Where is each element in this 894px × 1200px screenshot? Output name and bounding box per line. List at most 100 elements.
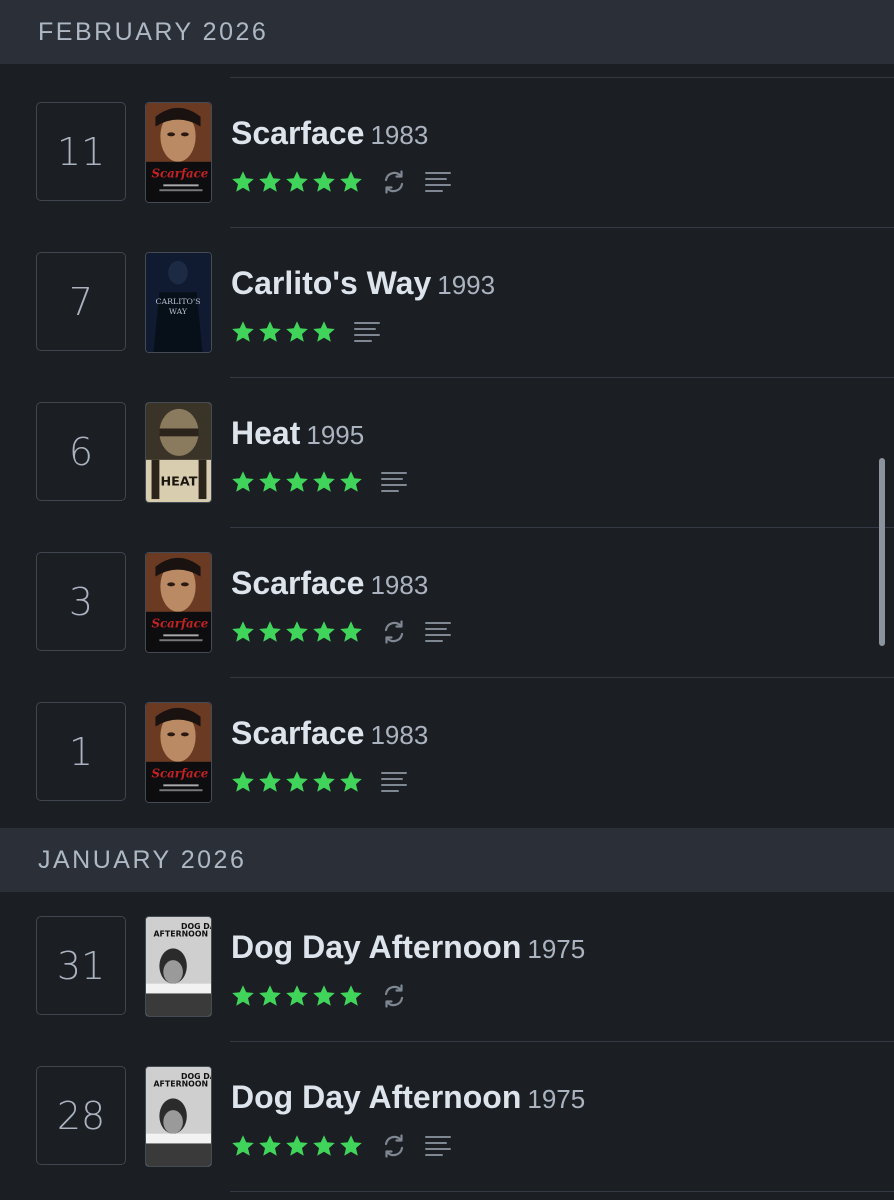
star-icon: [313, 1135, 335, 1156]
film-poster[interactable]: DOG DAYAFTERNOON: [145, 1066, 212, 1167]
star-icon: [286, 771, 308, 792]
film-year: 1975: [527, 934, 586, 964]
film-title-line[interactable]: Scarface 1983: [231, 715, 428, 752]
star-icon: [232, 471, 254, 492]
svg-text:Scarface: Scarface: [152, 166, 209, 180]
film-title[interactable]: Scarface: [231, 565, 364, 601]
star-icon: [340, 771, 362, 792]
film-year: 1993: [437, 270, 496, 300]
star-rating: [231, 770, 363, 794]
film-poster[interactable]: CARLITO'S WAY: [145, 252, 212, 353]
star-icon: [259, 621, 281, 642]
day-box: 1: [36, 702, 126, 801]
poster-art-carlitos-way: CARLITO'SWAY: [146, 253, 211, 352]
film-year: 1995: [306, 420, 365, 450]
star-icon: [259, 1135, 281, 1156]
scrollbar[interactable]: [879, 458, 885, 646]
day-box: 3: [36, 552, 126, 651]
row-separator: [230, 1041, 894, 1042]
star-icon: [340, 471, 362, 492]
film-title-line[interactable]: Scarface 1983: [231, 115, 428, 152]
film-poster[interactable]: DOG DAYAFTERNOON: [145, 916, 212, 1017]
svg-text:HEAT: HEAT: [161, 474, 198, 489]
film-title[interactable]: Scarface: [231, 115, 364, 151]
poster-art-dog-day-afternoon: DOG DAYAFTERNOON: [146, 1067, 211, 1166]
star-icon: [340, 621, 362, 642]
review-icon: [425, 172, 451, 192]
rewatch-icon: [384, 620, 404, 644]
film-poster[interactable]: Scarface: [145, 552, 212, 653]
day-box: 28: [36, 1066, 126, 1165]
diary-entry[interactable]: 3 Scarface Scarface 1983: [0, 527, 894, 677]
diary-entry[interactable]: 1 Scarface Scarface 1983: [0, 677, 894, 827]
film-title[interactable]: Dog Day Afternoon: [231, 929, 521, 965]
film-title-line[interactable]: Heat 1995: [231, 415, 364, 452]
svg-text:WAY: WAY: [169, 307, 188, 316]
film-year: 1983: [370, 720, 429, 750]
film-poster[interactable]: HEAT: [145, 402, 212, 503]
film-title-line[interactable]: Dog Day Afternoon 1975: [231, 1079, 585, 1116]
film-title-line[interactable]: Dog Day Afternoon 1975: [231, 929, 585, 966]
entry-meta: [231, 167, 451, 197]
poster-art-scarface: Scarface: [146, 103, 211, 202]
film-title[interactable]: Dog Day Afternoon: [231, 1079, 521, 1115]
star-icon: [232, 621, 254, 642]
star-icon: [313, 321, 335, 342]
day-box: 7: [36, 252, 126, 351]
diary-entry[interactable]: 28 DOG DAYAFTERNOON Dog Day Afternoon197…: [0, 1041, 894, 1191]
film-poster[interactable]: Scarface: [145, 102, 212, 203]
film-title[interactable]: Heat: [231, 415, 300, 451]
star-icon: [259, 171, 281, 192]
diary-entry[interactable]: 6 HEAT Heat 1995: [0, 377, 894, 527]
review-icon: [425, 622, 451, 642]
star-icon: [232, 771, 254, 792]
film-title[interactable]: Carlito's Way: [231, 265, 431, 301]
entry-meta: [231, 317, 380, 347]
star-icon: [286, 171, 308, 192]
film-title-line[interactable]: Scarface 1983: [231, 565, 428, 602]
film-title[interactable]: Scarface: [231, 715, 364, 751]
poster-art-dog-day-afternoon: DOG DAYAFTERNOON: [146, 917, 211, 1016]
star-icon: [232, 171, 254, 192]
row-separator: [230, 1191, 894, 1192]
month-header-january: JANUARY 2026: [0, 828, 894, 892]
star-icon: [313, 771, 335, 792]
poster-art-scarface: Scarface: [146, 553, 211, 652]
star-icon: [259, 985, 281, 1006]
star-rating: [231, 1134, 363, 1158]
star-icon: [259, 321, 281, 342]
svg-text:Scarface: Scarface: [152, 616, 209, 630]
svg-text:AFTERNOON: AFTERNOON: [154, 930, 209, 939]
row-separator: [230, 377, 894, 378]
row-separator: [230, 677, 894, 678]
star-icon: [313, 171, 335, 192]
row-separator: [230, 527, 894, 528]
film-poster[interactable]: Scarface: [145, 702, 212, 803]
star-icon: [232, 1135, 254, 1156]
film-title-line[interactable]: Carlito's Way 1993: [231, 265, 495, 302]
month-header-february: FEBRUARY 2026: [0, 0, 894, 64]
star-icon: [286, 321, 308, 342]
star-icon: [259, 771, 281, 792]
film-year: 1975: [527, 1084, 586, 1114]
day-box: 6: [36, 402, 126, 501]
poster-art-heat: HEAT: [146, 403, 211, 502]
entry-meta: [231, 981, 407, 1011]
rewatch-icon: [384, 984, 404, 1008]
svg-text:CARLITO'S: CARLITO'S: [156, 297, 201, 306]
entry-meta: [231, 767, 407, 797]
diary-entry[interactable]: 11 Scarface Scarface 1983: [0, 77, 894, 227]
rewatch-icon: [384, 170, 404, 194]
diary-entry[interactable]: 31 DOG DAYAFTERNOON Dog Day Afternoon197…: [0, 891, 894, 1041]
svg-text:AFTERNOON: AFTERNOON: [154, 1080, 209, 1089]
rewatch-icon: [384, 1134, 404, 1158]
star-icon: [313, 621, 335, 642]
diary-entry[interactable]: 7 CARLITO'S WAY Carlito's Way 1993: [0, 227, 894, 377]
row-separator: [230, 77, 894, 78]
film-year: 1983: [370, 570, 429, 600]
star-icon: [286, 471, 308, 492]
entry-meta: [231, 467, 407, 497]
star-rating: [231, 320, 336, 344]
star-icon: [313, 471, 335, 492]
star-rating: [231, 620, 363, 644]
